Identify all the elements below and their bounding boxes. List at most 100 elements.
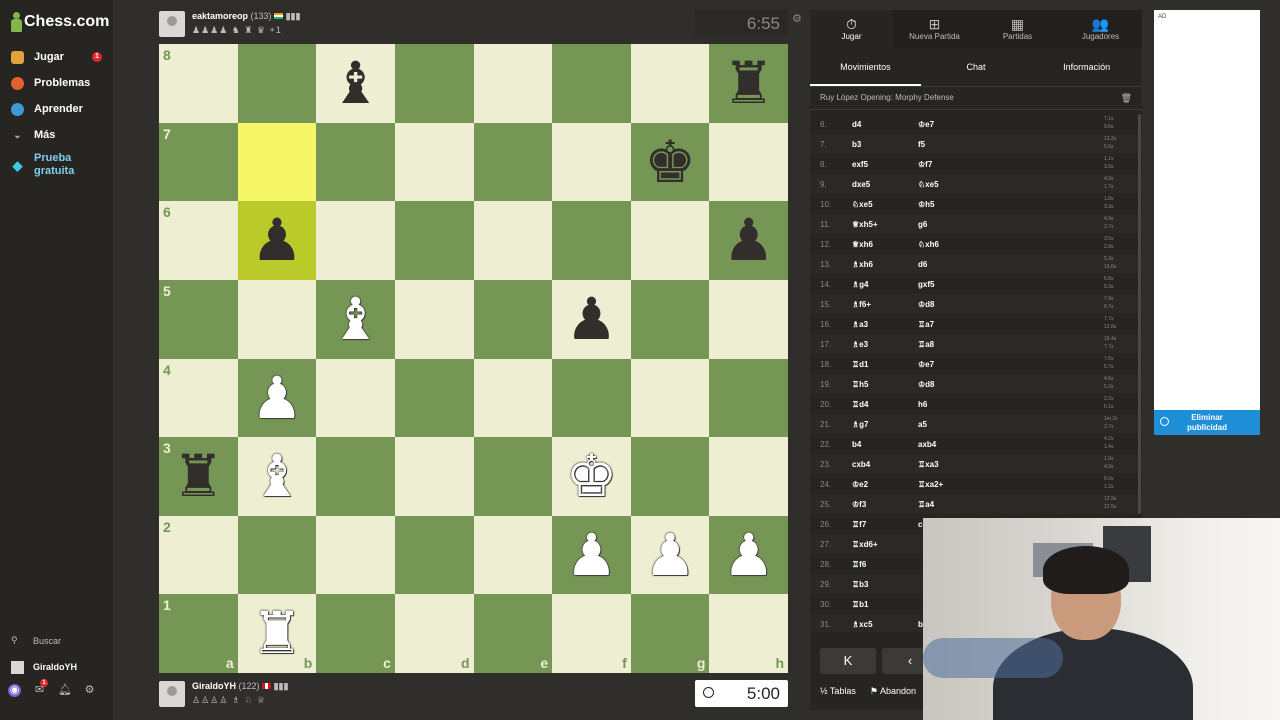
tab-jugadores[interactable]: 👥 Jugadores (1059, 10, 1142, 48)
black-move[interactable]: a5 (918, 420, 927, 429)
white-move[interactable]: ♖h5 (852, 380, 869, 389)
white-piece-h2[interactable]: ♟ (709, 516, 788, 595)
square-e5[interactable] (473, 279, 553, 359)
white-move[interactable]: ♕xh5+ (852, 220, 878, 229)
square-g8[interactable] (630, 44, 710, 123)
resign-button[interactable]: ⚑ Abandon (870, 686, 916, 697)
square-e1[interactable]: e (473, 594, 553, 673)
mail-icon[interactable]: ✉ 1 (33, 679, 48, 697)
white-move[interactable]: ♖b1 (852, 600, 869, 609)
white-move[interactable]: ♖d1 (852, 360, 869, 369)
square-f1[interactable]: f (552, 594, 631, 673)
square-g5[interactable] (630, 279, 710, 359)
square-d4[interactable] (394, 358, 474, 438)
opponent-avatar[interactable] (159, 11, 185, 37)
square-h7[interactable] (709, 122, 788, 202)
tab-movimientos[interactable]: Movimientos (810, 48, 921, 86)
black-move[interactable]: f5 (918, 140, 925, 149)
white-move[interactable]: ♕xh6 (852, 240, 873, 249)
square-a4[interactable]: 4 (159, 358, 238, 438)
square-g1[interactable]: g (630, 594, 710, 673)
white-move[interactable]: b3 (852, 140, 861, 149)
black-move[interactable]: ♔d8 (918, 380, 935, 389)
chess-board[interactable]: 8 7 6 5 4 3 2 1 a b c d e f g h ♝ ♜ ♚ ♟ ♟ ♝ ♟ ♟ ♜ ♝ ♚ ♟ ♟ ♟ ♜ (159, 44, 788, 673)
square-d8[interactable] (394, 44, 474, 123)
black-move[interactable]: ♘xh6 (918, 240, 939, 249)
square-f8[interactable] (552, 44, 631, 123)
white-move[interactable]: ♗xc5 (852, 620, 873, 629)
square-c6[interactable] (316, 201, 395, 280)
white-move[interactable]: ♔e2 (852, 480, 868, 489)
sidebar-search[interactable]: ⚲ Buscar (0, 628, 113, 654)
tab-chat[interactable]: Chat (921, 48, 1032, 86)
sidebar-user[interactable]: GiraldoYH (0, 654, 113, 680)
black-move[interactable]: ♖xa2+ (918, 480, 943, 489)
black-move[interactable]: ♖a8 (918, 340, 934, 349)
tab-nueva-partida[interactable]: ⊞ Nueva Partida (893, 10, 976, 48)
square-e7[interactable] (473, 122, 553, 202)
white-move[interactable]: ♗g4 (852, 280, 869, 289)
white-move[interactable]: ♘xe5 (852, 200, 873, 209)
white-move[interactable]: ♖f7 (852, 520, 866, 529)
square-a7[interactable]: 7 (159, 122, 238, 202)
square-e4[interactable] (473, 358, 553, 438)
sidebar-item-mas[interactable]: ⌄ Más (0, 122, 113, 148)
square-d5[interactable] (394, 279, 474, 359)
white-move[interactable]: ♗e3 (852, 340, 868, 349)
tab-partidas[interactable]: ▦ Partidas (976, 10, 1059, 48)
tab-informacion[interactable]: Información (1031, 48, 1142, 86)
square-f4[interactable] (552, 358, 631, 438)
black-move[interactable]: ♔f7 (918, 160, 932, 169)
square-h4[interactable] (709, 358, 788, 438)
square-d2[interactable] (394, 515, 474, 595)
white-move[interactable]: cxb4 (852, 460, 870, 469)
sidebar-item-aprender[interactable]: Aprender (0, 96, 113, 122)
black-move[interactable]: ♘xe5 (918, 180, 939, 189)
square-b8[interactable] (237, 44, 317, 123)
black-move[interactable]: h6 (918, 400, 927, 409)
white-move[interactable]: ♗f6+ (852, 300, 871, 309)
white-move[interactable]: ♖xd6+ (852, 540, 878, 549)
white-move[interactable]: ♔f3 (852, 500, 866, 509)
square-a5[interactable]: 5 (159, 279, 238, 359)
trash-icon[interactable]: 🗑︎ (1121, 87, 1132, 109)
black-move[interactable]: ♖xa3 (918, 460, 939, 469)
square-c7[interactable] (316, 122, 395, 202)
square-b5[interactable] (237, 279, 317, 359)
white-move[interactable]: d4 (852, 120, 861, 129)
opponent-name[interactable]: eaktamoreop (192, 11, 248, 21)
black-piece-g7[interactable]: ♚ (631, 123, 710, 202)
square-c4[interactable] (316, 358, 395, 438)
player-name[interactable]: GiraldoYH (192, 681, 236, 691)
board-settings-icon[interactable]: ⚙ (792, 12, 802, 25)
black-piece-h8[interactable]: ♜ (709, 44, 788, 123)
black-move[interactable]: c (918, 520, 922, 529)
white-move[interactable]: ♗a3 (852, 320, 868, 329)
square-d1[interactable]: d (394, 594, 474, 673)
white-piece-b4[interactable]: ♟ (238, 359, 317, 438)
white-move[interactable]: b4 (852, 440, 861, 449)
chesscom-logo[interactable]: Chess.com (11, 12, 109, 32)
white-move[interactable]: dxe5 (852, 180, 870, 189)
square-c3[interactable] (316, 437, 395, 516)
square-a1[interactable]: 1a (159, 594, 238, 673)
black-move[interactable]: gxf5 (918, 280, 934, 289)
player-avatar[interactable] (159, 681, 185, 707)
language-icon[interactable]: ◉ (8, 684, 21, 697)
white-piece-g2[interactable]: ♟ (631, 516, 710, 595)
square-e8[interactable] (473, 44, 553, 123)
white-move[interactable]: ♖b3 (852, 580, 869, 589)
black-move[interactable]: ♖a4 (918, 500, 934, 509)
square-e6[interactable] (473, 201, 553, 280)
square-d3[interactable] (394, 437, 474, 516)
first-move-button[interactable]: K (820, 648, 876, 674)
tab-jugar[interactable]: ⏱ Jugar (810, 10, 893, 48)
square-f7[interactable] (552, 122, 631, 202)
square-a8[interactable]: 8 (159, 44, 238, 123)
square-h3[interactable] (709, 437, 788, 516)
white-move[interactable]: ♖f6 (852, 560, 866, 569)
square-e3[interactable] (473, 437, 553, 516)
black-piece-h6[interactable]: ♟ (709, 201, 788, 280)
sidebar-item-prueba-gratuita[interactable]: ◆ Prueba gratuita (0, 148, 113, 182)
black-move[interactable]: d6 (918, 260, 927, 269)
